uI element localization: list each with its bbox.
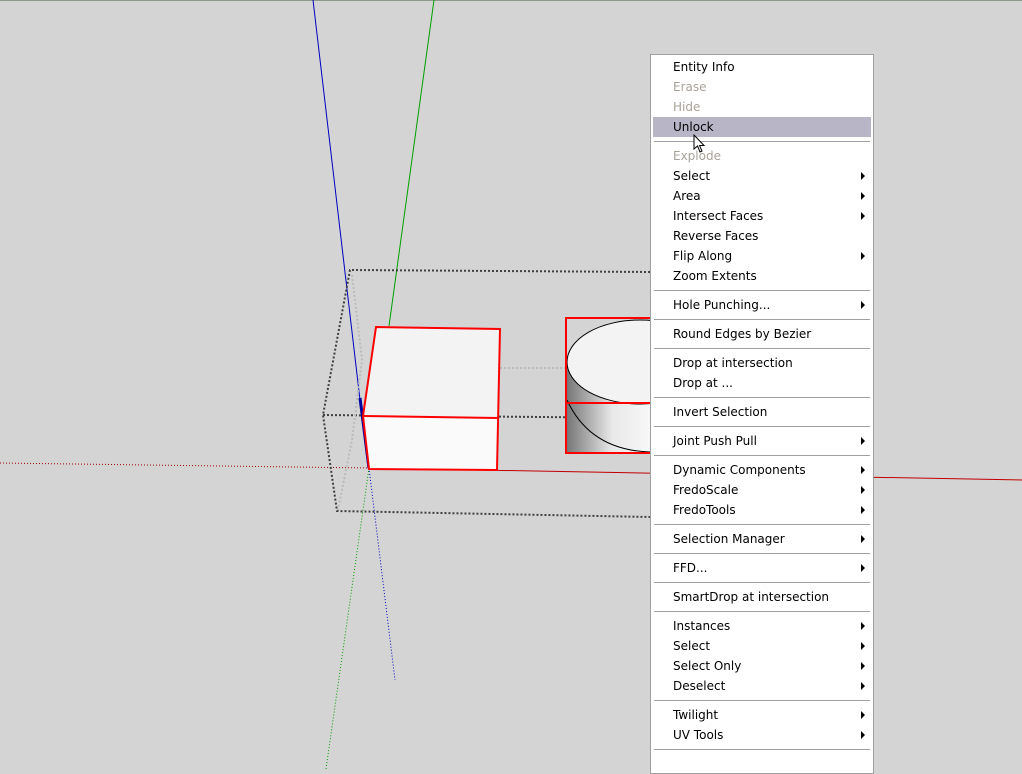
menu-item-instances[interactable]: Instances [653, 616, 871, 636]
menu-item-label: SmartDrop at intersection [673, 590, 830, 604]
menu-item-select[interactable]: Select [653, 166, 871, 186]
menu-separator [651, 393, 873, 402]
menu-item-smartdrop-at-intersection[interactable]: SmartDrop at intersection [653, 587, 871, 607]
submenu-arrow-icon [861, 622, 865, 630]
submenu-arrow-icon [861, 682, 865, 690]
menu-item-label: Round Edges by Bezier [673, 327, 812, 341]
menu-separator [651, 696, 873, 705]
submenu-arrow-icon [861, 172, 865, 180]
menu-item-label: Instances [673, 619, 731, 633]
menu-item-label: Hide [673, 100, 701, 114]
context-menu: Entity Info Erase Hide Unlock Explode Select A… [650, 54, 874, 774]
menu-item-label: Zoom Extents [673, 269, 757, 283]
z-axis [312, 0, 369, 469]
menu-item-label: Twilight [673, 708, 719, 722]
menu-item-label: Erase [673, 80, 707, 94]
menu-item-label: FFD... [673, 561, 708, 575]
submenu-arrow-icon [861, 731, 865, 739]
x-axis-negative [0, 462, 370, 469]
menu-item-label: Drop at intersection [673, 356, 793, 370]
menu-item-uv-tools[interactable]: UV Tools [653, 725, 871, 745]
menu-separator [651, 344, 873, 353]
submenu-arrow-icon [861, 301, 865, 309]
menu-separator [651, 549, 873, 558]
menu-item-area[interactable]: Area [653, 186, 871, 206]
box-component[interactable] [361, 325, 502, 472]
menu-item-selection-manager[interactable]: Selection Manager [653, 529, 871, 549]
menu-item-label: Unlock [673, 120, 714, 134]
menu-separator [651, 286, 873, 295]
menu-separator [651, 578, 873, 587]
menu-item-select[interactable]: Select [653, 636, 871, 656]
mouse-cursor-icon [693, 134, 706, 153]
menu-item-select-only[interactable]: Select Only [653, 656, 871, 676]
menu-item-label: Select [673, 639, 711, 653]
menu-item-fredoscale[interactable]: FredoScale [653, 480, 871, 500]
submenu-arrow-icon [861, 662, 865, 670]
submenu-arrow-icon [861, 535, 865, 543]
menu-item-explode: Explode [653, 146, 871, 166]
submenu-arrow-icon [861, 564, 865, 572]
submenu-arrow-icon [861, 642, 865, 650]
submenu-arrow-icon [861, 486, 865, 494]
submenu-arrow-icon [861, 192, 865, 200]
submenu-arrow-icon [861, 212, 865, 220]
menu-item-label: Entity Info [673, 60, 735, 74]
menu-separator [651, 607, 873, 616]
menu-item-zoom-extents[interactable]: Zoom Extents [653, 266, 871, 286]
menu-item-label: Drop at ... [673, 376, 733, 390]
submenu-arrow-icon [861, 506, 865, 514]
menu-separator [651, 315, 873, 324]
menu-item-round-edges-by-bezier[interactable]: Round Edges by Bezier [653, 324, 871, 344]
menu-item-dynamic-components[interactable]: Dynamic Components [653, 460, 871, 480]
menu-item-intersect-faces[interactable]: Intersect Faces [653, 206, 871, 226]
menu-item-label: FredoScale [673, 483, 739, 497]
menu-separator [651, 451, 873, 460]
menu-item-hole-punching[interactable]: Hole Punching... [653, 295, 871, 315]
menu-item-label: Selection Manager [673, 532, 785, 546]
menu-item-ffd[interactable]: FFD... [653, 558, 871, 578]
menu-item-fredotools[interactable]: FredoTools [653, 500, 871, 520]
menu-item-label: Select Only [673, 659, 742, 673]
menu-item-twilight[interactable]: Twilight [653, 705, 871, 725]
menu-item-label: Select [673, 169, 711, 183]
menu-item-hide: Hide [653, 97, 871, 117]
submenu-arrow-icon [861, 252, 865, 260]
menu-item-entity-info[interactable]: Entity Info [653, 57, 871, 77]
menu-item-label: Hole Punching... [673, 298, 771, 312]
menu-item-invert-selection[interactable]: Invert Selection [653, 402, 871, 422]
menu-item-label: Invert Selection [673, 405, 768, 419]
y-axis [388, 0, 435, 327]
submenu-arrow-icon [861, 711, 865, 719]
menu-separator [651, 422, 873, 431]
menu-item-label: FredoTools [673, 503, 736, 517]
menu-separator [651, 745, 873, 754]
menu-item-label: UV Tools [673, 728, 724, 742]
menu-item-label: Reverse Faces [673, 229, 759, 243]
menu-item-deselect[interactable]: Deselect [653, 676, 871, 696]
menu-item-label: Dynamic Components [673, 463, 806, 477]
menu-item-flip-along[interactable]: Flip Along [653, 246, 871, 266]
menu-item-reverse-faces[interactable]: Reverse Faces [653, 226, 871, 246]
menu-item-drop-at-intersection[interactable]: Drop at intersection [653, 353, 871, 373]
menu-item-label: Deselect [673, 679, 726, 693]
menu-separator [651, 520, 873, 529]
menu-separator [651, 137, 873, 146]
menu-item-label: Joint Push Pull [673, 434, 757, 448]
menu-item-joint-push-pull[interactable]: Joint Push Pull [653, 431, 871, 451]
menu-item-label: Flip Along [673, 249, 733, 263]
submenu-arrow-icon [861, 466, 865, 474]
menu-item-drop-at[interactable]: Drop at ... [653, 373, 871, 393]
menu-item-unlock[interactable]: Unlock [653, 117, 871, 137]
z-axis-negative [368, 467, 396, 681]
y-axis-negative [325, 467, 370, 769]
menu-item-label: Intersect Faces [673, 209, 764, 223]
menu-item-erase: Erase [653, 77, 871, 97]
menu-item-label: Area [673, 189, 701, 203]
submenu-arrow-icon [861, 437, 865, 445]
